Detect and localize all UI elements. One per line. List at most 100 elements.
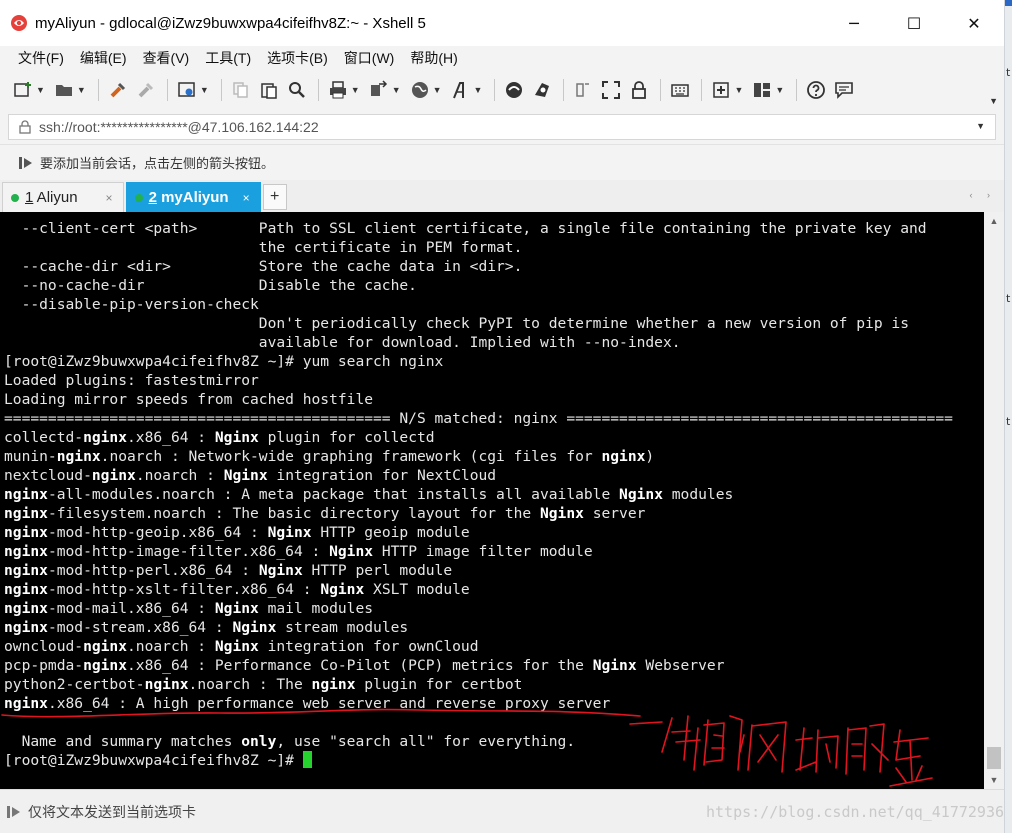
- menu-tools[interactable]: 工具(T): [197, 48, 259, 68]
- add-tab-icon[interactable]: [708, 77, 734, 103]
- terminal-text-segment: Nginx: [223, 467, 268, 484]
- print-icon[interactable]: [325, 77, 351, 103]
- lock-icon[interactable]: [626, 77, 652, 103]
- title-bar[interactable]: myAliyun - gdlocal@iZwz9buwxwpa4cifeifhv…: [0, 0, 1004, 46]
- terminal-text-segment: .x86_64 :: [127, 429, 215, 446]
- tab-label: 1 Aliyun: [25, 189, 78, 206]
- transfer-dropdown-icon[interactable]: ▼: [392, 85, 401, 95]
- add-session-arrow-icon[interactable]: [18, 155, 34, 171]
- terminal-line: [root@iZwz9buwxwpa4cifeifhv8Z ~]#: [4, 751, 984, 770]
- transfer-icon[interactable]: [366, 77, 392, 103]
- terminal-text-segment: nginx: [4, 619, 48, 636]
- print-dropdown-icon[interactable]: ▼: [351, 85, 360, 95]
- terminal-text-segment: munin-: [4, 448, 57, 465]
- globe-icon[interactable]: [407, 77, 433, 103]
- menu-help[interactable]: 帮助(H): [402, 48, 465, 68]
- terminal-text-segment: .noarch :: [135, 467, 224, 484]
- scroll-down-icon[interactable]: ▼: [984, 771, 1004, 789]
- terminal-line: Don't periodically check PyPI to determi…: [4, 314, 984, 333]
- disconnect-icon[interactable]: [133, 77, 159, 103]
- menu-tabs[interactable]: 选项卡(B): [259, 48, 336, 68]
- minimize-button[interactable]: ─: [824, 0, 884, 46]
- xmanager-icon[interactable]: [529, 77, 555, 103]
- menu-edit[interactable]: 编辑(E): [72, 48, 135, 68]
- find-icon[interactable]: [284, 77, 310, 103]
- terminal-text-segment: nginx: [4, 486, 48, 503]
- terminal-text-segment: only: [241, 733, 277, 750]
- reconnect-icon[interactable]: [105, 77, 131, 103]
- terminal-text-segment: python2-certbot-: [4, 676, 145, 693]
- add-tab-dropdown-icon[interactable]: ▼: [734, 85, 743, 95]
- layout-dropdown-icon[interactable]: ▼: [775, 85, 784, 95]
- terminal-text-segment: stream modules: [276, 619, 409, 636]
- toolbar-overflow-icon[interactable]: ▼: [989, 96, 998, 106]
- terminal-text-segment: Nginx: [267, 524, 312, 541]
- terminal-line: [root@iZwz9buwxwpa4cifeifhv8Z ~]# yum se…: [4, 352, 984, 371]
- tab-close-icon[interactable]: ×: [106, 191, 113, 205]
- terminal-pane[interactable]: --client-cert <path> Path to SSL client …: [0, 212, 1004, 789]
- terminal-text-segment: nginx: [4, 600, 48, 617]
- help-icon[interactable]: [803, 77, 829, 103]
- tab-label: 2 myAliyun: [148, 189, 229, 206]
- watermark-text: https://blog.csdn.net/qq_41772936: [705, 803, 1004, 821]
- menu-bar: 文件(F) 编辑(E) 查看(V) 工具(T) 选项卡(B) 窗口(W) 帮助(…: [0, 46, 1004, 70]
- terminal-text-segment: integration for ownCloud: [258, 638, 479, 655]
- terminal-text-segment: Nginx: [320, 581, 365, 598]
- font-dropdown-icon[interactable]: ▼: [474, 85, 483, 95]
- copy-icon[interactable]: [228, 77, 254, 103]
- new-session-dropdown-icon[interactable]: ▼: [36, 85, 45, 95]
- font-icon[interactable]: [448, 77, 474, 103]
- keyboard-icon[interactable]: [667, 77, 693, 103]
- new-session-icon[interactable]: [10, 77, 36, 103]
- scroll-thumb[interactable]: [987, 747, 1001, 769]
- terminal-line: Loaded plugins: fastestmirror: [4, 371, 984, 390]
- session-address-input[interactable]: ssh://root:****************@47.106.162.1…: [8, 114, 996, 140]
- terminal-line: ========================================…: [4, 409, 984, 428]
- tab-close-icon[interactable]: ×: [243, 191, 250, 205]
- close-button[interactable]: ✕: [944, 0, 1004, 46]
- globe-dropdown-icon[interactable]: ▼: [433, 85, 442, 95]
- xftp-icon[interactable]: [501, 77, 527, 103]
- new-tab-button[interactable]: +: [262, 184, 287, 210]
- toolbar-separator: [563, 79, 565, 101]
- scroll-up-icon[interactable]: ▲: [984, 212, 1004, 230]
- terminal-text-segment: nginx: [4, 543, 48, 560]
- properties-dropdown-icon[interactable]: ▼: [200, 85, 209, 95]
- terminal-output[interactable]: --client-cert <path> Path to SSL client …: [0, 212, 984, 789]
- terminal-scrollbar[interactable]: ▲ ▼: [984, 212, 1004, 789]
- menu-view[interactable]: 查看(V): [135, 48, 198, 68]
- terminal-text-segment: the certificate in PEM format.: [4, 239, 523, 256]
- terminal-text-segment: --cache-dir <dir> Store the cache data i…: [4, 258, 523, 275]
- chat-icon[interactable]: [831, 77, 857, 103]
- fullscreen-icon[interactable]: [598, 77, 624, 103]
- script-icon[interactable]: [570, 77, 596, 103]
- terminal-text-segment: Nginx: [329, 543, 374, 560]
- send-text-arrow-icon[interactable]: [6, 804, 22, 820]
- maximize-button[interactable]: ☐: [884, 0, 944, 46]
- properties-icon[interactable]: [174, 77, 200, 103]
- terminal-text-segment: -all-modules.noarch : A meta package tha…: [47, 486, 620, 503]
- layout-icon[interactable]: [749, 77, 775, 103]
- terminal-text-segment: .noarch : The: [188, 676, 312, 693]
- hint-text: 要添加当前会话，点击左侧的箭头按钮。: [40, 156, 275, 171]
- terminal-text-segment: collectd-: [4, 429, 84, 446]
- paste-icon[interactable]: [256, 77, 282, 103]
- terminal-line: nginx-filesystem.noarch : The basic dire…: [4, 504, 984, 523]
- terminal-text-segment: nextcloud-: [4, 467, 92, 484]
- terminal-text-segment: .x86_64 : A high performance web server …: [47, 695, 611, 712]
- open-dropdown-icon[interactable]: ▼: [77, 85, 86, 95]
- terminal-text-segment: Nginx: [214, 638, 259, 655]
- address-dropdown-icon[interactable]: ▼: [976, 121, 985, 131]
- menu-file[interactable]: 文件(F): [10, 48, 72, 68]
- tab-myaliyun[interactable]: 2 myAliyun ×: [125, 182, 261, 212]
- toolbar-separator: [796, 79, 798, 101]
- terminal-text-segment: -mod-http-perl.x86_64 :: [47, 562, 259, 579]
- toolbar-separator: [660, 79, 662, 101]
- menu-window[interactable]: 窗口(W): [336, 48, 403, 68]
- terminal-text-segment: nginx: [4, 505, 48, 522]
- address-lock-icon: [19, 120, 31, 134]
- tab-aliyun[interactable]: 1 Aliyun ×: [2, 182, 124, 212]
- terminal-text-segment: owncloud-: [4, 638, 84, 655]
- tab-scroll-arrows[interactable]: ‹ ›: [970, 190, 997, 200]
- open-folder-icon[interactable]: [51, 77, 77, 103]
